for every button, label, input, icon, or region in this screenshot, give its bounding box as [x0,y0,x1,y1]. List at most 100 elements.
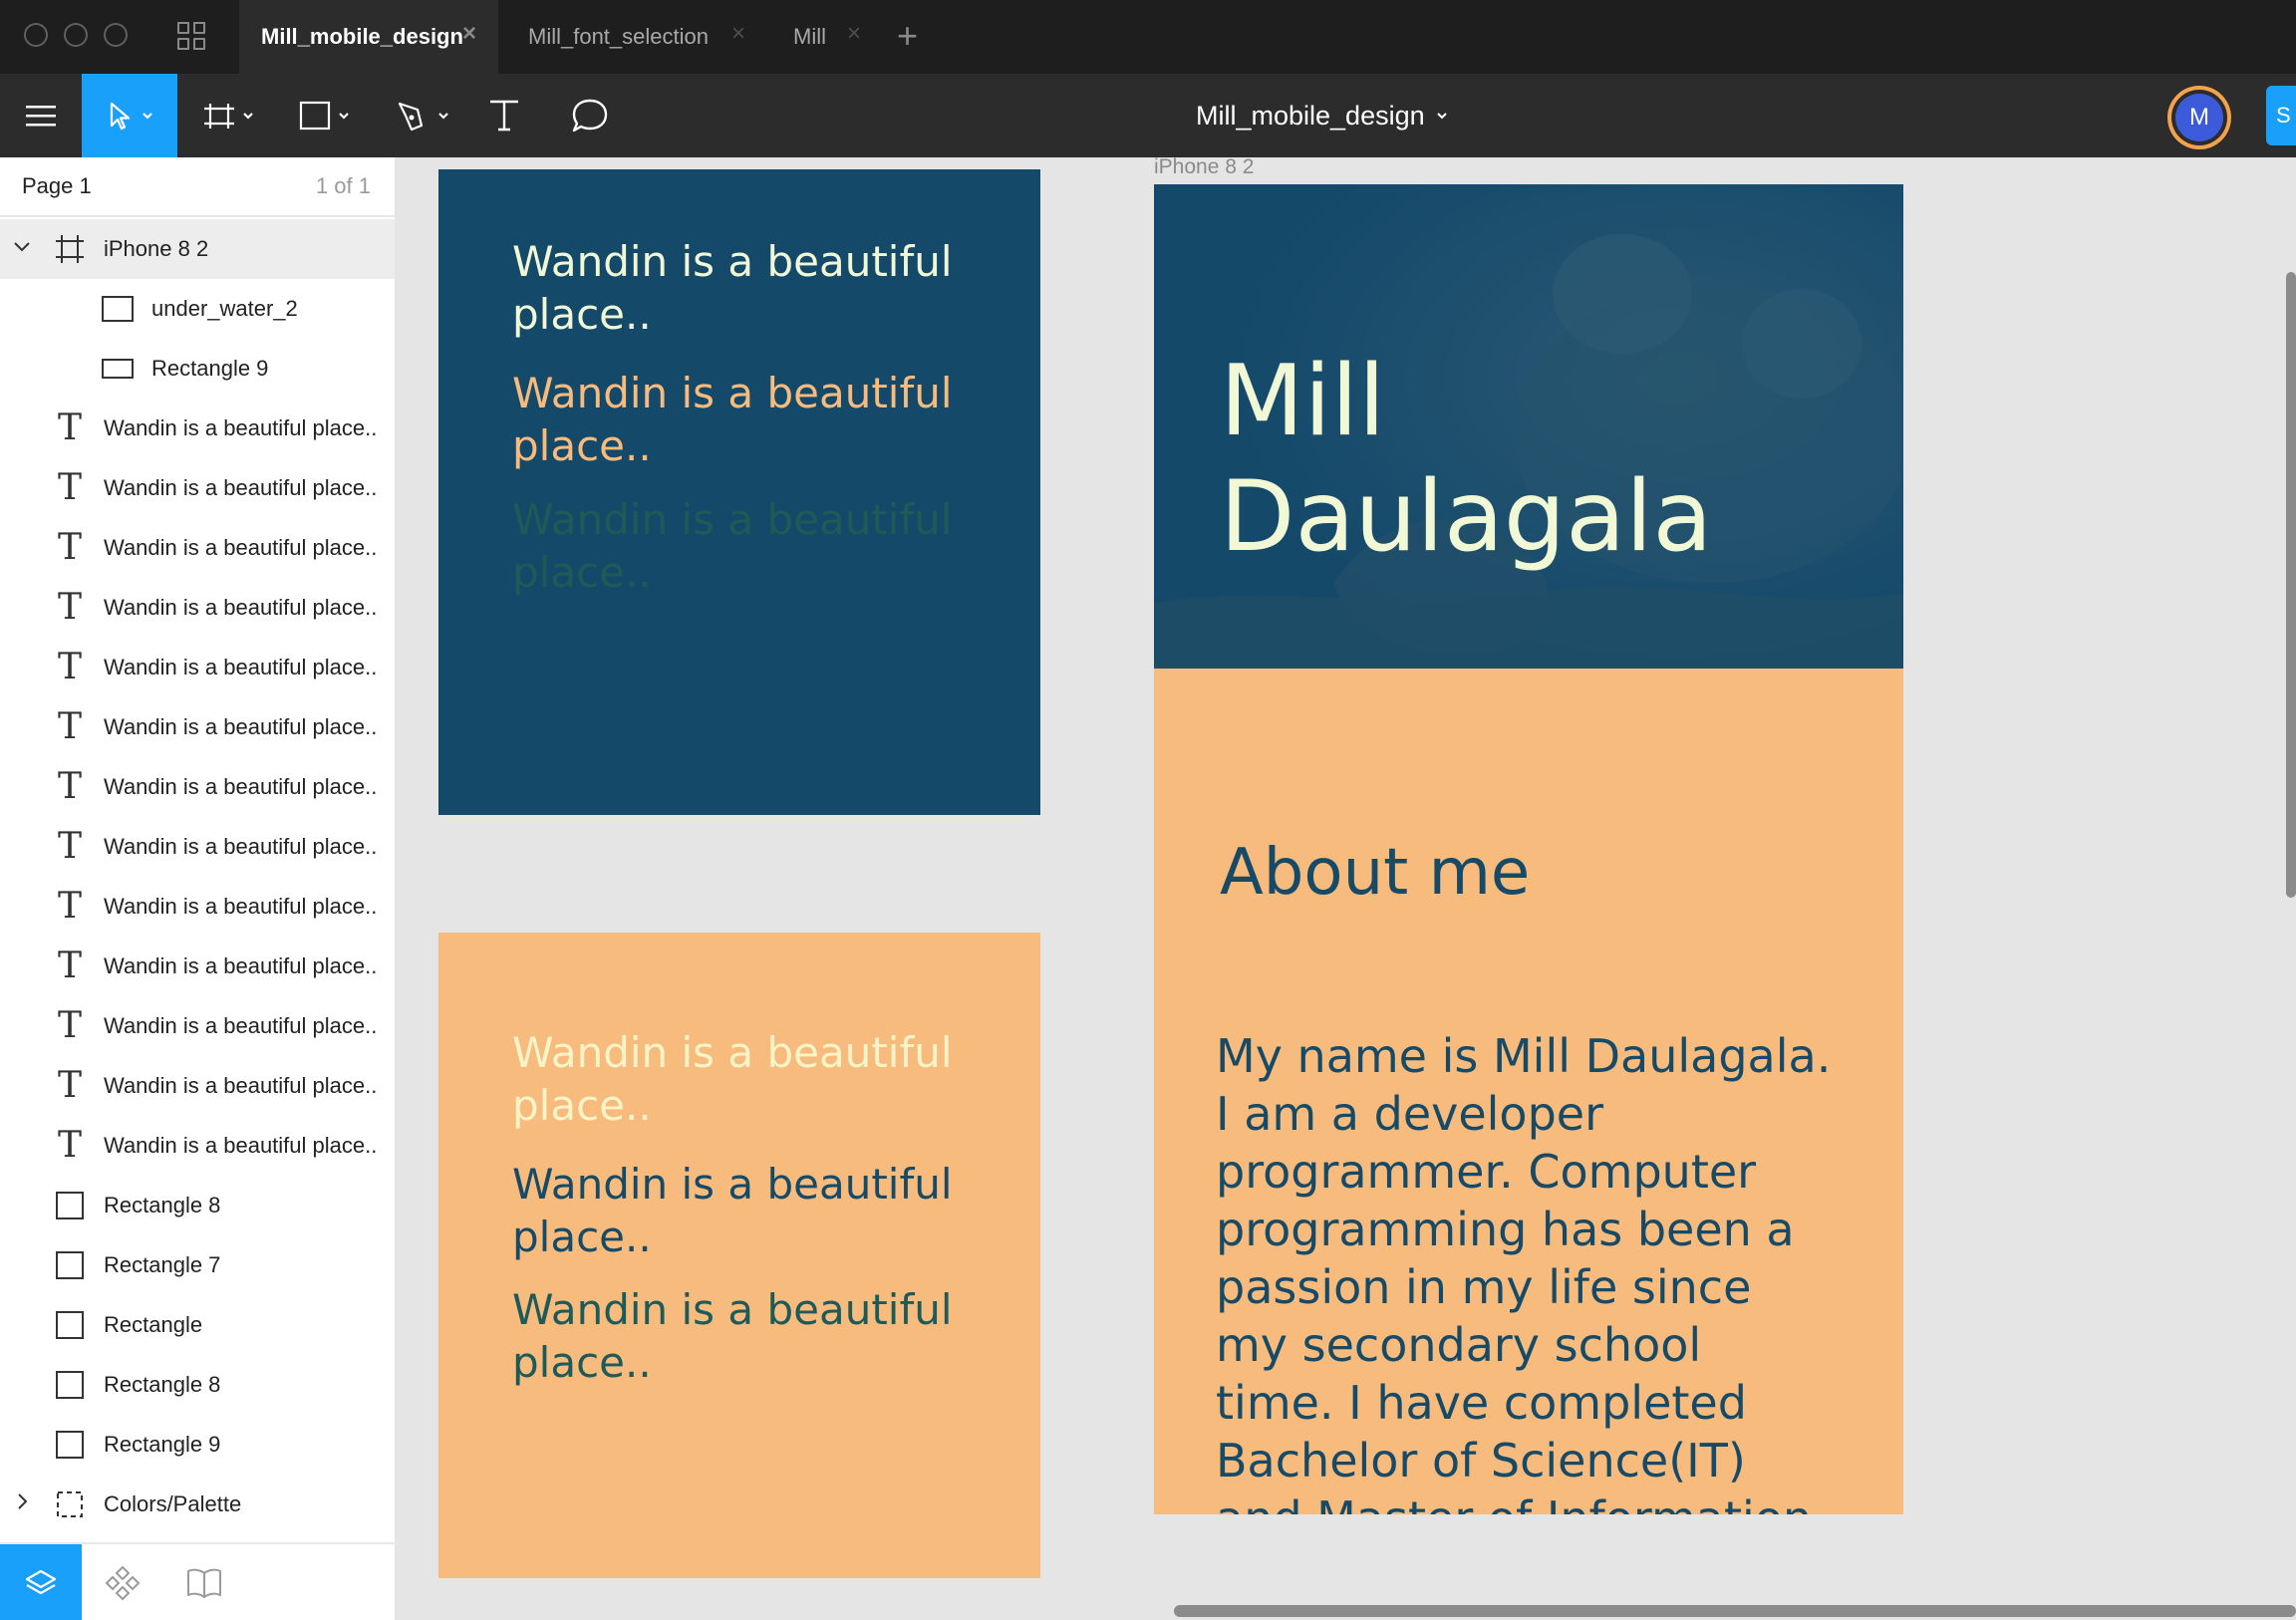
layer-row[interactable]: T Wandin is a beautiful place.. [0,518,395,578]
layer-row[interactable]: Colors/Palette [0,1475,395,1534]
layer-row[interactable]: Rectangle [0,1295,395,1355]
card-text-navy[interactable]: Wandin is a beautiful place.. [512,1158,991,1263]
layers-tab-button[interactable] [0,1544,82,1620]
text-icon: T [57,945,82,986]
image-rect-icon [100,291,136,327]
text-icon: T [57,1005,82,1046]
maximize-window-button[interactable] [104,23,128,47]
layer-label: Wandin is a beautiful place.. [104,475,378,500]
layer-label: Wandin is a beautiful place.. [104,655,378,679]
about-title[interactable]: About me [1220,836,1530,910]
layer-row[interactable]: T Wandin is a beautiful place.. [0,996,395,1056]
card-text-teal[interactable]: Wandin is a beautiful place.. [512,1283,991,1389]
shape-tool-button[interactable] [291,74,361,157]
layer-label: under_water_2 [151,296,298,321]
vertical-scrollbar[interactable] [2286,272,2296,898]
layer-row[interactable]: Rectangle 8 [0,1355,395,1415]
page-selector[interactable]: Page 1 1 of 1 [0,157,395,217]
chevron-down-icon[interactable] [12,236,32,262]
document-title-menu[interactable]: Mill_mobile_design [1196,74,1555,157]
assets-tab-button[interactable] [82,1544,163,1620]
card-text-cream[interactable]: Wandin is a beautiful place.. [512,1026,991,1132]
pen-icon [398,102,448,132]
layer-row[interactable]: T Wandin is a beautiful place.. [0,1116,395,1176]
frame-tool-button[interactable] [195,74,265,157]
design-canvas[interactable]: Wandin is a beautiful place.. Wandin is … [397,157,2296,1620]
avatar[interactable]: M [2167,86,2231,149]
grid-icon[interactable] [177,22,207,52]
close-icon[interactable]: × [462,20,476,48]
layer-row[interactable]: T Wandin is a beautiful place.. [0,877,395,937]
tab-label: Mill_font_selection [528,24,709,49]
book-icon [187,1568,221,1598]
share-button[interactable]: S [2266,86,2296,145]
frame-label[interactable]: iPhone 8 2 [1154,157,1254,179]
text-tool-button[interactable] [476,74,532,157]
minimize-window-button[interactable] [64,23,88,47]
layer-row[interactable]: T Wandin is a beautiful place.. [0,937,395,996]
group-icon [52,1486,88,1522]
layer-label: Wandin is a beautiful place.. [104,714,378,739]
layers-panel: Page 1 1 of 1 iPhone 8 2 under_water_2 Rec… [0,157,397,1620]
text-icon: T [57,886,82,927]
layer-row[interactable]: T Wandin is a beautiful place.. [0,458,395,518]
chevron-right-icon[interactable] [12,1491,32,1517]
iphone-frame[interactable]: Mill Daulagala About me My name is Mill … [1154,184,1903,1514]
layer-label: Rectangle [104,1312,203,1337]
layer-row[interactable]: T Wandin is a beautiful place.. [0,757,395,817]
layer-row[interactable]: Rectangle 8 [0,1176,395,1235]
hero-section: Mill Daulagala [1154,184,1903,669]
close-icon[interactable]: × [731,20,745,48]
card-text-peach[interactable]: Wandin is a beautiful place.. [512,367,991,472]
about-text[interactable]: My name is Mill Daulagala. I am a develo… [1216,1027,1834,1514]
layer-label: Wandin is a beautiful place.. [104,774,378,799]
layer-row[interactable]: under_water_2 [0,279,395,339]
horizontal-scrollbar[interactable] [1174,1605,2296,1617]
layer-row[interactable]: T Wandin is a beautiful place.. [0,817,395,877]
layers-icon [25,1569,57,1595]
layer-row[interactable]: T Wandin is a beautiful place.. [0,697,395,757]
layer-label: Wandin is a beautiful place.. [104,953,378,978]
rectangle-icon [52,1367,88,1403]
card-text-cream[interactable]: Wandin is a beautiful place.. [512,235,991,341]
hero-title[interactable]: Mill Daulagala [1220,344,1712,575]
text-icon: T [57,467,82,508]
figma-app: Mill_mobile_design × Mill_font_selection… [0,0,2296,1620]
text-icon: T [57,587,82,628]
new-tab-plus-icon[interactable]: + [897,14,918,58]
library-tab-button[interactable] [163,1544,245,1620]
pen-tool-button[interactable] [389,74,458,157]
hero-title-line2: Daulagala [1220,460,1713,574]
tab-mill-mobile-design[interactable]: Mill_mobile_design × [239,0,498,74]
card-text-teal[interactable]: Wandin is a beautiful place.. [512,493,991,599]
dark-swatch-card[interactable]: Wandin is a beautiful place.. Wandin is … [438,169,1040,815]
text-icon: T [57,1125,82,1166]
main-menu-button[interactable] [0,74,82,157]
tab-label: Mill_mobile_design [261,24,463,49]
layer-row[interactable]: Rectangle 7 [0,1235,395,1295]
text-icon: T [57,647,82,687]
layer-row[interactable]: Rectangle 9 [0,339,395,399]
close-window-button[interactable] [24,23,48,47]
layer-label: Wandin is a beautiful place.. [104,595,378,620]
light-swatch-card[interactable]: Wandin is a beautiful place.. Wandin is … [438,933,1040,1578]
avatar-initial: M [2175,94,2223,141]
tab-mill-font-selection[interactable]: Mill_font_selection × [506,0,767,74]
rectangle-icon [299,101,349,131]
text-icon: T [57,1065,82,1106]
layer-label: iPhone 8 2 [104,236,209,261]
comment-icon [572,99,608,133]
tab-mill[interactable]: Mill × [771,0,883,74]
layer-row[interactable]: Rectangle 9 [0,1415,395,1475]
layer-label: Wandin is a beautiful place.. [104,834,378,859]
move-tool-button[interactable] [82,74,177,157]
layer-row[interactable]: T Wandin is a beautiful place.. [0,399,395,458]
layer-row[interactable]: T Wandin is a beautiful place.. [0,638,395,697]
close-icon[interactable]: × [847,20,861,48]
layer-row[interactable]: iPhone 8 2 [0,219,395,279]
layer-row[interactable]: T Wandin is a beautiful place.. [0,1056,395,1116]
comment-tool-button[interactable] [562,74,618,157]
layer-row[interactable]: T Wandin is a beautiful place.. [0,578,395,638]
frame-icon [52,231,88,267]
text-icon: T [57,826,82,867]
